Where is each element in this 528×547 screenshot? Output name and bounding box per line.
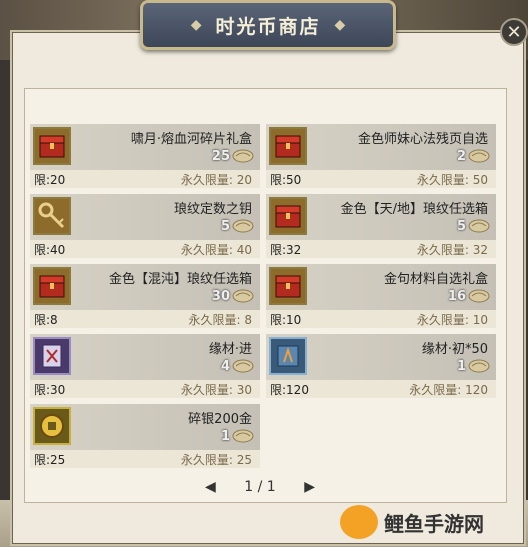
pagination: ◀ 1 / 1 ▶ bbox=[205, 476, 315, 498]
time-coin-icon bbox=[468, 289, 490, 303]
watermark: 鲤鱼手游网 bbox=[340, 505, 484, 539]
time-coin-icon bbox=[232, 149, 254, 163]
ornament-left-icon: ◆ bbox=[190, 17, 202, 33]
fish-logo-icon bbox=[340, 505, 378, 539]
item-price: 5 bbox=[456, 219, 466, 234]
prev-page-icon[interactable]: ◀ bbox=[205, 479, 216, 495]
item-permanent-limit: 永久限量: 25 bbox=[180, 453, 252, 467]
item-permanent-limit: 永久限量: 32 bbox=[416, 243, 488, 257]
page-indicator: 1 / 1 bbox=[244, 479, 276, 495]
title-plate: ◆ 时光币商店 ◆ bbox=[140, 0, 396, 50]
close-button[interactable]: ✕ bbox=[500, 18, 528, 46]
time-coin-icon bbox=[232, 219, 254, 233]
item-permanent-limit: 永久限量: 50 bbox=[416, 173, 488, 187]
red-chest-icon bbox=[269, 197, 307, 235]
red-chest-icon bbox=[33, 127, 71, 165]
item-price: 2 bbox=[456, 149, 466, 164]
watermark-text: 鲤鱼手游网 bbox=[384, 511, 484, 536]
item-permanent-limit: 永久限量: 40 bbox=[180, 243, 252, 257]
shop-item[interactable]: 缘材·进 4 限:30 永久限量: 30 bbox=[30, 334, 260, 398]
item-limit: 限:120 bbox=[270, 383, 309, 397]
item-limit: 限:40 bbox=[34, 243, 66, 257]
shop-item[interactable]: 碎银200金 1 限:25 永久限量: 25 bbox=[30, 404, 260, 468]
blue-token-icon bbox=[269, 337, 307, 375]
item-name: 金色【天/地】琅纹任选箱 bbox=[340, 202, 488, 217]
purple-token-icon bbox=[33, 337, 71, 375]
item-price: 16 bbox=[447, 289, 466, 304]
next-page-icon[interactable]: ▶ bbox=[304, 479, 315, 495]
key-icon bbox=[33, 197, 71, 235]
item-permanent-limit: 永久限量: 30 bbox=[180, 383, 252, 397]
item-price: 4 bbox=[220, 359, 230, 374]
item-permanent-limit: 永久限量: 120 bbox=[409, 383, 488, 397]
red-chest-icon bbox=[33, 267, 71, 305]
item-permanent-limit: 永久限量: 10 bbox=[416, 313, 488, 327]
time-coin-icon bbox=[468, 219, 490, 233]
red-chest-icon bbox=[269, 127, 307, 165]
shop-item[interactable]: 金句材料自选礼盒 16 限:10 永久限量: 10 bbox=[266, 264, 496, 328]
item-name: 啸月·熔血河碎片礼盒 bbox=[130, 132, 252, 147]
item-price: 5 bbox=[220, 219, 230, 234]
item-price: 1 bbox=[220, 429, 230, 444]
shop-item[interactable]: 琅纹定数之钥 5 限:40 永久限量: 40 bbox=[30, 194, 260, 258]
time-coin-icon bbox=[468, 359, 490, 373]
item-price: 30 bbox=[211, 289, 230, 304]
item-limit: 限:25 bbox=[34, 453, 66, 467]
shop-item[interactable]: 金色【混沌】琅纹任选箱 30 限:8 永久限量: 8 bbox=[30, 264, 260, 328]
item-limit: 限:50 bbox=[270, 173, 302, 187]
red-chest-icon bbox=[269, 267, 307, 305]
item-name: 缘材·进 bbox=[208, 342, 252, 357]
coin-icon bbox=[33, 407, 71, 445]
time-coin-icon bbox=[468, 149, 490, 163]
item-limit: 限:30 bbox=[34, 383, 66, 397]
time-coin-icon bbox=[232, 289, 254, 303]
time-coin-icon bbox=[232, 429, 254, 443]
shop-item[interactable]: 金色【天/地】琅纹任选箱 5 限:32 永久限量: 32 bbox=[266, 194, 496, 258]
item-name: 缘材·初*50 bbox=[421, 342, 488, 357]
shop-item[interactable]: 缘材·初*50 1 限:120 永久限量: 120 bbox=[266, 334, 496, 398]
shop-item[interactable]: 啸月·熔血河碎片礼盒 25 限:20 永久限量: 20 bbox=[30, 124, 260, 188]
item-limit: 限:32 bbox=[270, 243, 302, 257]
item-name: 金色师妹心法残页自选 bbox=[357, 132, 488, 147]
item-name: 碎银200金 bbox=[188, 412, 252, 427]
item-permanent-limit: 永久限量: 20 bbox=[180, 173, 252, 187]
shop-title: 时光币商店 bbox=[215, 15, 321, 38]
item-name: 金句材料自选礼盒 bbox=[383, 272, 488, 287]
item-name: 金色【混沌】琅纹任选箱 bbox=[108, 272, 252, 287]
item-limit: 限:8 bbox=[34, 313, 58, 327]
item-limit: 限:10 bbox=[270, 313, 302, 327]
item-permanent-limit: 永久限量: 8 bbox=[188, 313, 253, 327]
time-coin-icon bbox=[232, 359, 254, 373]
item-limit: 限:20 bbox=[34, 173, 66, 187]
item-name: 琅纹定数之钥 bbox=[173, 202, 252, 217]
shop-item[interactable]: 金色师妹心法残页自选 2 限:50 永久限量: 50 bbox=[266, 124, 496, 188]
item-price: 25 bbox=[211, 149, 230, 164]
ornament-right-icon: ◆ bbox=[334, 17, 346, 33]
item-price: 1 bbox=[456, 359, 466, 374]
